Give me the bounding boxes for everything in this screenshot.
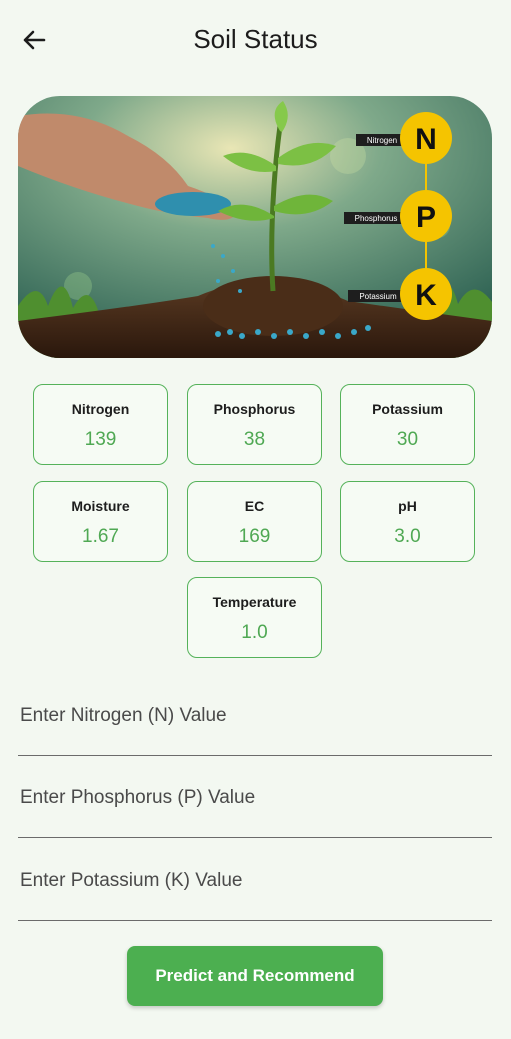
metric-value: 3.0 <box>394 526 421 547</box>
temperature-card: Temperature 1.0 <box>187 577 322 658</box>
metric-label: EC <box>244 498 265 514</box>
svg-text:Phosphorus: Phosphorus <box>355 214 398 223</box>
svg-text:Nitrogen: Nitrogen <box>367 136 397 145</box>
potassium-field <box>18 853 496 921</box>
page-title: Soil Status <box>193 24 318 54</box>
nitrogen-card: Nitrogen 139 <box>33 384 168 465</box>
svg-text:N: N <box>415 123 437 156</box>
moisture-card: Moisture 1.67 <box>33 481 168 562</box>
metric-label: Moisture <box>71 498 130 514</box>
potassium-input[interactable] <box>18 869 496 893</box>
metric-value: 169 <box>238 526 271 547</box>
svg-text:Potassium: Potassium <box>359 292 397 301</box>
metric-value: 38 <box>243 429 266 450</box>
npk-hero-image: Nitrogen N Phosphorus P Potassium K <box>18 96 492 358</box>
nitrogen-field <box>18 688 496 756</box>
svg-text:P: P <box>416 201 436 234</box>
svg-text:K: K <box>415 279 437 312</box>
potassium-card: Potassium 30 <box>340 384 475 465</box>
phosphorus-field <box>18 770 496 838</box>
phosphorus-input[interactable] <box>18 786 496 810</box>
metric-label: pH <box>398 498 417 514</box>
metric-value: 1.0 <box>241 622 268 643</box>
nitrogen-input[interactable] <box>18 704 496 728</box>
metric-value: 1.67 <box>82 526 119 547</box>
metric-label: Temperature <box>212 594 297 610</box>
ph-card: pH 3.0 <box>340 481 475 562</box>
metric-label: Nitrogen <box>71 401 130 417</box>
phosphorus-card: Phosphorus 38 <box>187 384 322 465</box>
ec-card: EC 169 <box>187 481 322 562</box>
metric-label: Phosphorus <box>213 401 296 417</box>
app-bar: Soil Status <box>0 0 511 80</box>
metric-value: 30 <box>396 429 419 450</box>
metric-label: Potassium <box>372 401 443 417</box>
predict-recommend-button[interactable]: Predict and Recommend <box>127 946 383 1006</box>
metric-value: 139 <box>84 429 117 450</box>
